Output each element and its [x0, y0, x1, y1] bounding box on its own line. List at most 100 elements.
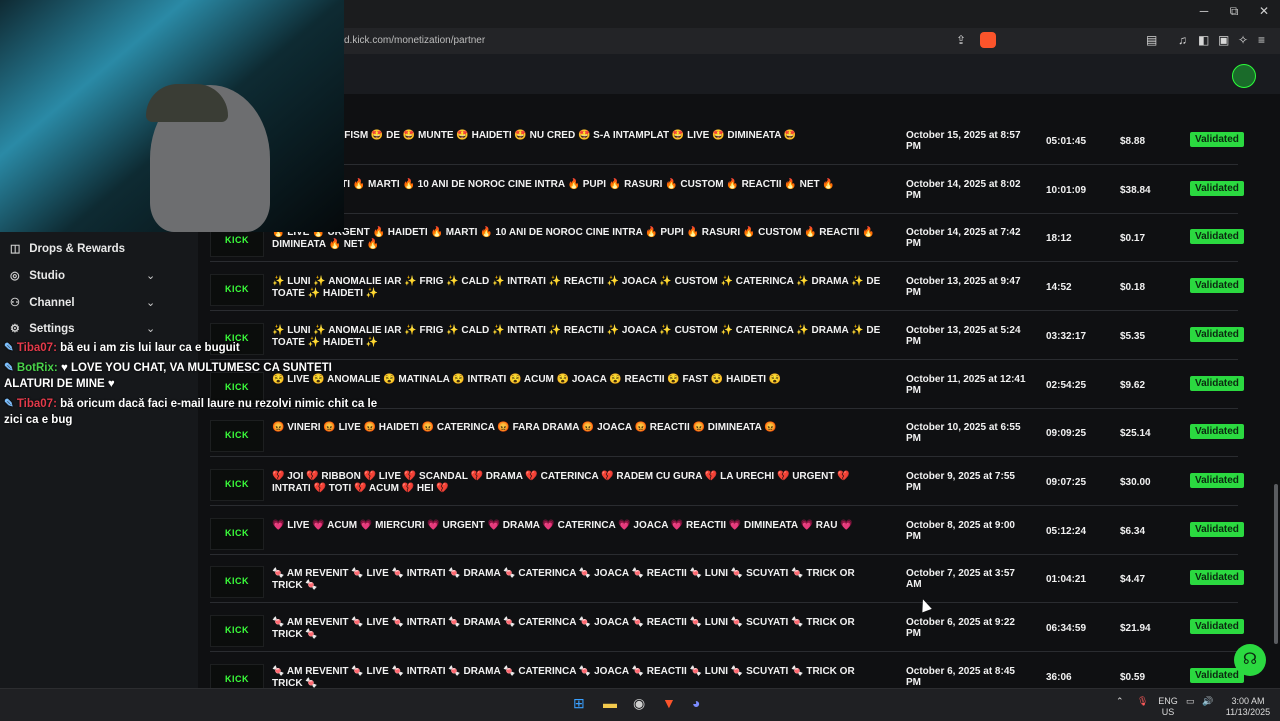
table-row[interactable]: KICKACUTA 🤩 VARFISM 🤩 DE 🤩 MUNTE 🤩 HAIDE… [210, 116, 1244, 165]
table-row[interactable]: KICK ✨ LUNI ✨ ANOMALIE IAR ✨ FRIG ✨ CALD … [210, 262, 1244, 312]
stream-duration: 05:12:24 [1046, 525, 1087, 537]
stream-earnings: $5.35 [1120, 330, 1146, 342]
stream-title: 🔥 LIVE 🔥 URGENT 🔥 HAIDETI 🔥 MARTI 🔥 10 A… [272, 227, 875, 251]
stream-thumbnail[interactable]: KICK [210, 517, 264, 550]
stream-title: 🍬 AM REVENIT 🍬 LIVE 🍬 INTRATI 🍬 DRAMA 🍬 … [272, 617, 855, 640]
stream-date: October 6, 2025 at 9:22 PM [906, 617, 1015, 639]
sidebar-item-channel[interactable]: ⚇ Channel [10, 296, 75, 309]
sidebar-toggle-icon[interactable]: ◧ [1198, 33, 1209, 47]
chat-message: ✎ Tiba07: bă oricum dacă faci e-mail lau… [4, 396, 384, 428]
stream-thumbnail[interactable]: KICK [210, 615, 264, 647]
restore-button[interactable]: ⧉ [1224, 4, 1244, 19]
stream-title: 💔 JOI 💔 RIBBON 💔 LIVE 💔 SCANDAL 💔 DRAMA … [272, 470, 850, 494]
table-row[interactable]: KICK 🍬 AM REVENIT 🍬 LIVE 🍬 INTRATI 🍬 DRAM… [210, 603, 1244, 652]
stream-duration: 09:07:25 [1046, 476, 1087, 488]
stream-date: October 14, 2025 at 8:02 PM [906, 178, 1021, 201]
sidebar-item-label: Channel [29, 297, 75, 309]
status-badge: Validated [1190, 180, 1244, 196]
reader-icon[interactable]: ▤ [1146, 33, 1157, 47]
scrollbar-thumb[interactable] [1274, 484, 1278, 644]
stream-duration: 02:54:25 [1046, 379, 1087, 391]
network-icon[interactable]: ▭ [1186, 696, 1195, 707]
stream-title: ENT 🔥 HAIDETI 🔥 MARTI 🔥 10 ANI DE NOROC … [272, 178, 835, 190]
chevron-up-icon[interactable]: ⌃ [1116, 696, 1124, 707]
chevron-down-icon[interactable]: ⌄ [146, 322, 155, 335]
stream-earnings: $30.00 [1120, 476, 1151, 488]
status-badge: Validated [1190, 570, 1244, 586]
table-row[interactable]: KICK 💔 JOI 💔 RIBBON 💔 LIVE 💔 SCANDAL 💔 DR… [210, 457, 1244, 506]
chat-username: Tiba07: [16, 342, 57, 354]
leo-ai-icon[interactable]: ✧ [1238, 33, 1248, 47]
menu-icon[interactable]: ≡ [1258, 33, 1265, 47]
volume-icon[interactable]: 🔊 [1202, 696, 1213, 707]
file-explorer-icon[interactable]: ▬ [603, 695, 617, 711]
stream-date: October 13, 2025 at 5:24 PM [906, 324, 1021, 347]
stream-thumbnail[interactable]: KICK [210, 566, 264, 599]
url-field[interactable]: d.kick.com/monetization/partner [344, 35, 485, 46]
table-row[interactable]: KICKENT 🔥 HAIDETI 🔥 MARTI 🔥 10 ANI DE NO… [210, 165, 1244, 214]
stream-duration: 05:01:45 [1046, 136, 1087, 147]
table-row[interactable]: KICK 🔥 LIVE 🔥 URGENT 🔥 HAIDETI 🔥 MARTI 🔥 … [210, 213, 1244, 263]
studio-icon: ◎ [10, 270, 20, 282]
brave-browser-icon[interactable]: ▼ [662, 695, 676, 711]
stream-thumbnail[interactable]: KICK [210, 274, 264, 307]
stream-date: October 9, 2025 at 7:55 PM [906, 470, 1015, 493]
status-badge: Validated [1190, 619, 1244, 634]
chat-message: ✎ Tiba07: bă eu i am zis lui laur ca e b… [4, 340, 384, 356]
stream-duration: 01:04:21 [1046, 574, 1087, 586]
chevron-down-icon[interactable]: ⌄ [146, 269, 155, 282]
stream-date: October 8, 2025 at 9:00 PM [906, 519, 1015, 542]
chat-text: bă oricum dacă faci e-mail laure nu rezo… [4, 398, 378, 426]
stream-date: October 13, 2025 at 9:47 PM [906, 276, 1021, 299]
brave-shields-icon[interactable] [980, 32, 996, 48]
chevron-down-icon[interactable]: ⌄ [146, 296, 155, 309]
region-code: US [1161, 707, 1175, 717]
obs-icon[interactable]: ◉ [633, 695, 645, 712]
stream-earnings: $9.62 [1120, 379, 1146, 391]
status-badge: Validated [1190, 229, 1244, 245]
help-chat-button[interactable]: ☊ [1234, 644, 1266, 676]
status-badge: Validated [1190, 375, 1244, 391]
stream-earnings: $25.14 [1120, 428, 1151, 440]
status-badge: Validated [1190, 521, 1244, 537]
chat-text: bă eu i am zis lui laur ca e buguit [60, 342, 240, 354]
stream-thumbnail[interactable]: KICK [210, 468, 264, 501]
kick-logo: KICK [225, 478, 249, 489]
kick-logo: KICK [225, 576, 249, 587]
stream-date: October 11, 2025 at 12:41 PM [906, 373, 1026, 396]
user-avatar[interactable] [1232, 64, 1256, 88]
wallet-icon[interactable]: ▣ [1218, 33, 1229, 47]
table-row[interactable]: KICK 🍬 AM REVENIT 🍬 LIVE 🍬 INTRATI 🍬 DRAM… [210, 554, 1244, 604]
clock-date: 11/13/2025 [1225, 707, 1271, 717]
sidebar-item-studio[interactable]: ◎ Studio [10, 269, 65, 282]
music-icon[interactable]: ♫ [1178, 33, 1187, 47]
gear-icon: ⚙ [10, 323, 20, 335]
status-badge: Validated [1190, 667, 1244, 683]
sidebar-item-settings[interactable]: ⚙ Settings [10, 322, 75, 335]
wrench-icon: ✎ [4, 398, 14, 410]
minimize-button[interactable]: ─ [1194, 4, 1214, 18]
stream-date: October 10, 2025 at 6:55 PM [906, 422, 1021, 445]
wrench-icon: ✎ [4, 362, 14, 374]
close-window-button[interactable]: ✕ [1254, 4, 1274, 18]
stream-duration: 18:12 [1046, 233, 1072, 245]
sidebar-item-drops-rewards[interactable]: ◫ Drops & Rewards [10, 242, 125, 255]
gift-icon: ◫ [10, 243, 21, 255]
kick-logo: KICK [225, 625, 249, 635]
stream-title: 🍬 AM REVENIT 🍬 LIVE 🍬 INTRATI 🍬 DRAMA 🍬 … [272, 568, 855, 592]
microphone-icon[interactable]: 🎙 [1137, 696, 1148, 707]
stream-duration: 09:09:25 [1046, 428, 1087, 440]
kick-logo: KICK [225, 673, 249, 684]
stream-duration: 14:52 [1046, 282, 1072, 294]
stream-title: 🍬 AM REVENIT 🍬 LIVE 🍬 INTRATI 🍬 DRAMA 🍬 … [272, 665, 855, 689]
table-row[interactable]: KICK 💗 LIVE 💗 ACUM 💗 MIERCURI 💗 URGENT 💗 … [210, 506, 1244, 555]
windows-start-icon[interactable]: ⊞ [573, 695, 585, 712]
clock-time: 3:00 AM [1231, 696, 1265, 706]
kick-logo: KICK [225, 527, 249, 538]
clock[interactable]: 3:00 AM 11/13/2025 [1220, 696, 1276, 718]
share-icon[interactable]: ⇪ [956, 33, 966, 47]
chat-username: BotRix: [16, 362, 58, 374]
discord-icon[interactable]: ◕ [692, 695, 700, 711]
language-indicator[interactable]: ENG US [1156, 696, 1180, 718]
stream-earnings: $21.94 [1120, 623, 1151, 634]
